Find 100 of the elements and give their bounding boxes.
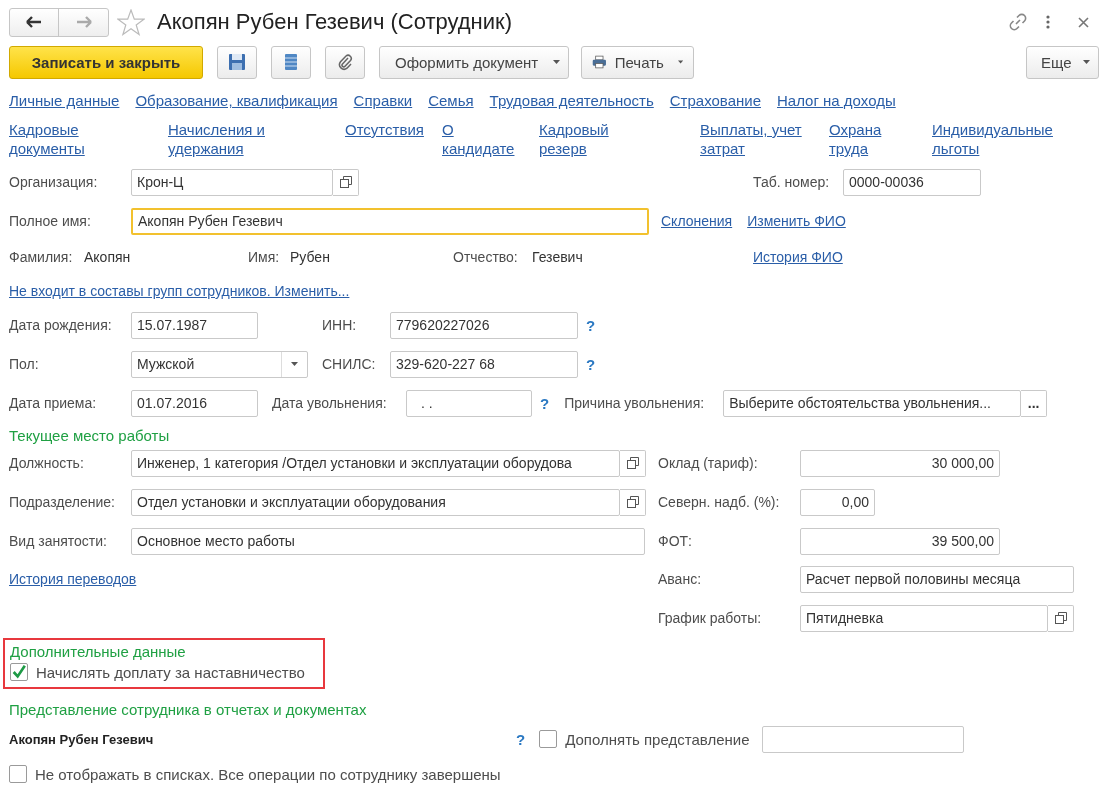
field-label: Вид занятости: — [9, 533, 108, 549]
section-link[interactable]: Трудовая деятельность — [489, 92, 654, 109]
text-field[interactable]: 0000-00036 — [843, 168, 981, 196]
printer-icon — [592, 53, 607, 71]
name-part-value: Гезевич — [532, 249, 584, 265]
text-field[interactable]: 0,00 — [800, 488, 875, 516]
name-part-value: Акопян — [84, 249, 132, 265]
list-icon — [284, 53, 298, 71]
help-icon[interactable]: ? — [586, 316, 596, 334]
save-button[interactable] — [217, 45, 257, 79]
name-link[interactable]: Изменить ФИО — [747, 213, 846, 229]
field-label: График работы: — [658, 610, 763, 626]
section-link[interactable]: Индивидуальные льготы — [932, 120, 1053, 158]
create-document-button[interactable]: Оформить документ — [379, 45, 569, 79]
attach-button[interactable] — [325, 45, 365, 79]
caret-icon — [677, 60, 683, 64]
checkbox[interactable] — [10, 663, 28, 681]
text-field[interactable]: 39 500,00 — [800, 527, 1000, 555]
name-link[interactable]: Склонения — [661, 213, 733, 229]
text-field[interactable]: 329-620-227 68 — [390, 350, 578, 378]
field-label: Отчество: — [453, 249, 519, 265]
link-icon[interactable] — [1008, 12, 1028, 32]
text-field[interactable]: Инженер, 1 категория /Отдел установки и эксплуатации оборудова — [131, 449, 620, 477]
text-field[interactable] — [761, 725, 964, 753]
open-button[interactable] — [1048, 604, 1074, 632]
field-label: Подразделение: — [9, 494, 116, 510]
text-field[interactable]: Расчет первой половины месяца — [800, 565, 1074, 593]
section-link[interactable]: Охрана труда — [829, 120, 882, 158]
transfers-history-link[interactable]: История переводов — [9, 571, 137, 587]
text-field[interactable]: Выберите обстоятельства увольнения... — [723, 389, 1022, 417]
open-button[interactable] — [620, 488, 646, 516]
text-field[interactable]: Отдел установки и эксплуатации оборудования — [131, 488, 620, 516]
field-label: Таб. номер: — [753, 174, 831, 190]
name-history-link[interactable]: История ФИО — [753, 249, 843, 265]
section-link[interactable]: О кандидате — [442, 120, 515, 158]
list-button[interactable] — [271, 45, 311, 79]
field-label: Дата увольнения: — [272, 395, 388, 411]
section-link[interactable]: Налог на доходы — [777, 92, 896, 109]
field-label: СНИЛС: — [322, 356, 377, 372]
open-button[interactable] — [620, 449, 646, 477]
check-mark-icon — [11, 663, 27, 681]
help-icon[interactable]: ? — [586, 355, 596, 373]
section-link[interactable]: Семья — [428, 92, 474, 109]
field-label: Аванс: — [658, 571, 703, 587]
checkbox-label: Дополнять представление — [565, 730, 750, 748]
text-field[interactable]: . . — [406, 389, 532, 417]
more-button[interactable]: Еще — [1026, 45, 1099, 79]
open-window-icon — [1054, 612, 1067, 624]
field-label: Имя: — [248, 249, 281, 265]
open-button[interactable] — [333, 168, 359, 196]
employee-presentation: Акопян Рубен Гезевич — [9, 731, 155, 747]
save-and-close-button[interactable]: Записать и закрыть — [9, 45, 203, 79]
field-label: Полное имя: — [9, 213, 92, 229]
checkbox[interactable] — [539, 730, 558, 748]
section-link[interactable]: Личные данные — [9, 92, 120, 109]
dropdown-field[interactable]: Мужской — [131, 350, 308, 378]
paperclip-icon — [337, 53, 353, 71]
text-field[interactable]: 01.07.2016 — [131, 389, 258, 417]
field-label: Причина увольнения: — [564, 395, 706, 411]
help-icon[interactable]: ? — [516, 730, 526, 748]
field-label: Пол: — [9, 356, 40, 372]
star-icon[interactable] — [117, 8, 145, 36]
close-icon[interactable] — [1078, 16, 1089, 28]
field-label: Оклад (тариф): — [658, 455, 759, 471]
checkbox-label: Начислять доплату за наставничество — [36, 663, 305, 681]
text-field[interactable]: Пятидневка — [800, 604, 1048, 632]
section-title: Представление сотрудника в отчетах и документах — [9, 700, 367, 718]
section-link[interactable]: Начисления и удержания — [168, 120, 265, 158]
field-label: Фамилия: — [9, 249, 74, 265]
field-label: Дата рождения: — [9, 317, 113, 333]
forward-arrow-icon — [75, 16, 92, 28]
section-link[interactable]: Кадровый резерв — [539, 120, 609, 158]
section-title: Дополнительные данные — [10, 643, 186, 660]
print-button[interactable]: Печать — [581, 45, 694, 79]
caret-icon — [553, 60, 560, 64]
checkbox[interactable] — [9, 765, 27, 783]
open-window-icon — [626, 457, 639, 469]
employee-groups-link[interactable]: Не входит в составы групп сотрудников. Изменить... — [9, 283, 350, 299]
text-field[interactable]: 779620227026 — [390, 311, 578, 339]
field-label: Дата приема: — [9, 395, 98, 411]
select-button[interactable]: ... — [1021, 389, 1048, 417]
section-link[interactable]: Справки — [353, 92, 413, 109]
caret-icon — [291, 362, 298, 366]
checkbox-label: Не отображать в списках. Все операции по сотруднику завершены — [35, 765, 501, 783]
help-icon[interactable]: ? — [540, 394, 550, 412]
text-field[interactable]: 30 000,00 — [800, 449, 1000, 477]
section-link[interactable]: Образование, квалификация — [135, 92, 338, 109]
field-label: Должность: — [9, 455, 85, 471]
text-field[interactable]: 15.07.1987 — [131, 311, 258, 339]
section-link[interactable]: Кадровые документы — [9, 120, 85, 158]
section-title: Текущее место работы — [9, 426, 170, 444]
more-icon[interactable] — [1046, 15, 1050, 29]
text-field[interactable]: Акопян Рубен Гезевич — [131, 207, 649, 235]
section-link[interactable]: Выплаты, учет затрат — [700, 120, 802, 158]
open-window-icon — [339, 176, 352, 188]
text-field[interactable]: Крон-Ц — [131, 168, 333, 196]
caret-icon — [1083, 60, 1090, 64]
text-field[interactable]: Основное место работы — [131, 527, 645, 555]
section-link[interactable]: Страхование — [669, 92, 761, 109]
section-link[interactable]: Отсутствия — [345, 120, 424, 139]
